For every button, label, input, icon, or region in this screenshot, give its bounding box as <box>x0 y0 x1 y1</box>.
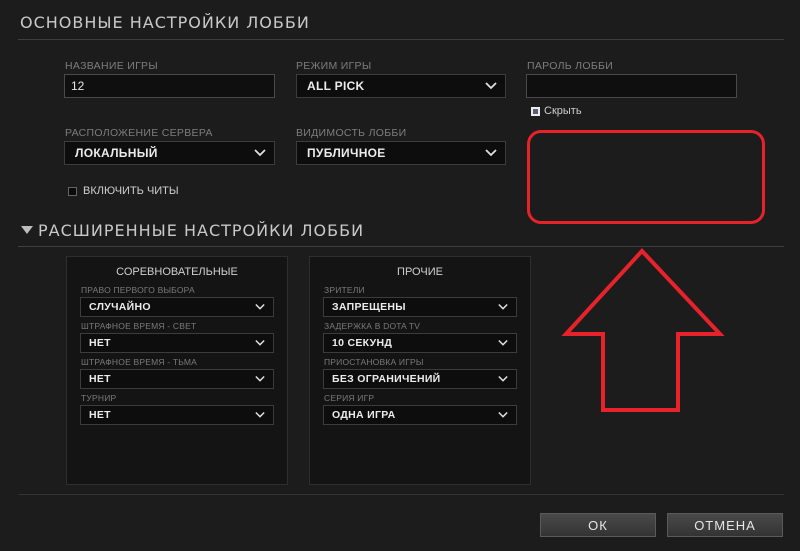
penalty-radiant-select[interactable]: НЕТ <box>80 333 274 353</box>
game-series-select[interactable]: ОДНА ИГРА <box>323 405 517 425</box>
game-mode-label: РЕЖИМ ИГРЫ <box>296 60 372 72</box>
chevron-down-icon <box>498 411 508 418</box>
chevron-down-icon <box>255 411 265 418</box>
basic-settings-title: ОСНОВНЫЕ НАСТРОЙКИ ЛОББИ <box>20 13 310 32</box>
chevron-down-icon <box>498 339 508 346</box>
game-pause-select[interactable]: БЕЗ ОГРАНИЧЕНИЙ <box>323 369 517 389</box>
game-name-label: НАЗВАНИЕ ИГРЫ <box>65 60 158 72</box>
first-pick-select[interactable]: СЛУЧАЙНО <box>80 297 274 317</box>
enable-cheats-checkbox[interactable] <box>68 187 77 196</box>
chevron-down-icon <box>255 303 265 310</box>
other-panel-title: ПРОЧИЕ <box>397 266 443 278</box>
chevron-down-icon <box>498 303 508 310</box>
game-pause-value: БЕЗ ОГРАНИЧЕНИЙ <box>332 373 441 385</box>
advanced-settings-divider <box>18 246 784 247</box>
chevron-down-icon <box>485 149 497 157</box>
game-mode-value: ALL PICK <box>307 79 365 93</box>
spectators-value: ЗАПРЕЩЕНЫ <box>332 301 406 313</box>
annotation-arrow-up-icon <box>561 248 725 412</box>
competitive-panel: СОРЕВНОВАТЕЛЬНЫЕ ПРАВО ПЕРВОГО ВЫБОРА СЛ… <box>66 256 288 485</box>
game-name-input[interactable]: 12 <box>64 74 275 98</box>
other-panel: ПРОЧИЕ ЗРИТЕЛИ ЗАПРЕЩЕНЫ ЗАДЕРЖКА В DOTA… <box>309 256 531 485</box>
chevron-down-icon <box>485 82 497 90</box>
dota-tv-delay-select[interactable]: 10 СЕКУНД <box>323 333 517 353</box>
hide-password-label: Скрыть <box>544 105 582 117</box>
spectators-label: ЗРИТЕЛИ <box>324 285 365 295</box>
server-location-label: РАСПОЛОЖЕНИЕ СЕРВЕРА <box>65 127 213 139</box>
game-series-value: ОДНА ИГРА <box>332 409 396 421</box>
penalty-radiant-value: НЕТ <box>89 337 111 349</box>
password-input[interactable] <box>526 74 737 98</box>
basic-settings-divider <box>18 39 784 40</box>
first-pick-value: СЛУЧАЙНО <box>89 301 151 313</box>
first-pick-label: ПРАВО ПЕРВОГО ВЫБОРА <box>81 285 195 295</box>
tournament-value: НЕТ <box>89 409 111 421</box>
hide-password-checkbox[interactable] <box>531 107 540 116</box>
dota-tv-delay-label: ЗАДЕРЖКА В DOTA TV <box>324 321 421 331</box>
lobby-visibility-value: ПУБЛИЧНОЕ <box>307 146 386 160</box>
game-series-label: СЕРИЯ ИГР <box>324 393 375 403</box>
chevron-down-icon <box>255 375 265 382</box>
tournament-label: ТУРНИР <box>81 393 117 403</box>
chevron-down-icon <box>255 339 265 346</box>
competitive-panel-title: СОРЕВНОВАТЕЛЬНЫЕ <box>116 266 238 278</box>
cancel-button[interactable]: ОТМЕНА <box>667 513 783 537</box>
penalty-dire-select[interactable]: НЕТ <box>80 369 274 389</box>
dota-tv-delay-value: 10 СЕКУНД <box>332 337 393 349</box>
annotation-highlight-box <box>527 130 765 224</box>
chevron-down-icon <box>498 375 508 382</box>
server-location-value: ЛОКАЛЬНЫЙ <box>75 146 158 160</box>
lobby-visibility-select[interactable]: ПУБЛИЧНОЕ <box>296 141 506 165</box>
spectators-select[interactable]: ЗАПРЕЩЕНЫ <box>323 297 517 317</box>
penalty-dire-value: НЕТ <box>89 373 111 385</box>
triangle-down-icon <box>21 226 33 234</box>
penalty-radiant-label: ШТРАФНОЕ ВРЕМЯ - СВЕТ <box>81 321 197 331</box>
lobby-visibility-label: ВИДИМОСТЬ ЛОББИ <box>296 127 407 139</box>
advanced-settings-title[interactable]: РАСШИРЕННЫЕ НАСТРОЙКИ ЛОББИ <box>38 221 364 240</box>
game-pause-label: ПРИОСТАНОВКА ИГРЫ <box>324 357 424 367</box>
ok-button[interactable]: ОК <box>540 513 656 537</box>
footer-divider <box>18 494 784 495</box>
tournament-select[interactable]: НЕТ <box>80 405 274 425</box>
password-label: ПАРОЛЬ ЛОББИ <box>527 60 614 72</box>
chevron-down-icon <box>254 149 266 157</box>
enable-cheats-label: ВКЛЮЧИТЬ ЧИТЫ <box>83 185 179 197</box>
server-location-select[interactable]: ЛОКАЛЬНЫЙ <box>64 141 275 165</box>
penalty-dire-label: ШТРАФНОЕ ВРЕМЯ - ТЬМА <box>81 357 198 367</box>
game-mode-select[interactable]: ALL PICK <box>296 74 506 98</box>
